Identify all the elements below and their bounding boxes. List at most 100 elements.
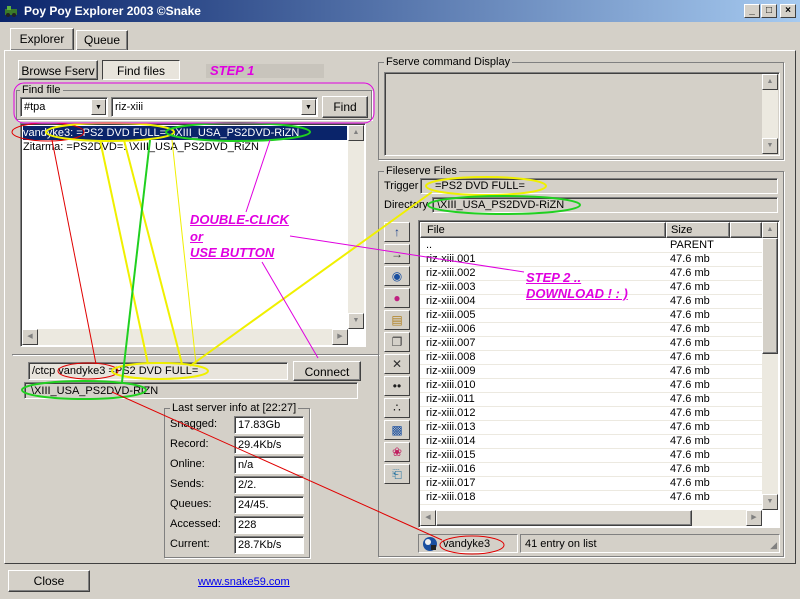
command-field[interactable]: /ctcp vandyke3 =PS2 DVD FULL= (28, 362, 288, 380)
list-item[interactable]: Zitarma: =PS2DVD=: \XIII_USA_PS2DVD_RiZN (23, 140, 259, 154)
file-name: riz-xiii.015 (426, 449, 476, 461)
minimize-button[interactable]: _ (744, 4, 760, 18)
directory-label: Directory (384, 199, 429, 211)
chevron-down-icon[interactable]: ▼ (91, 99, 106, 115)
file-size: 47.6 mb (670, 477, 710, 489)
server-info-value-field: 28.7Kb/s (234, 536, 304, 554)
table-row[interactable]: riz-xiii.013 47.6 mb (420, 421, 762, 435)
maximize-button[interactable]: □ (761, 4, 777, 18)
scroll-left-button[interactable]: ◀ (420, 510, 436, 526)
file-name: riz-xiii.002 (426, 267, 476, 279)
scroll-right-button[interactable]: ▶ (746, 510, 762, 526)
dots-stacked-tool-button[interactable]: ∴ (384, 398, 410, 418)
arrow-right-tool-button[interactable]: → (384, 244, 410, 264)
channel-select[interactable]: #tpa ▼ (20, 97, 108, 117)
table-row[interactable]: riz-xiii.015 47.6 mb (420, 449, 762, 463)
file-name: riz-xiii.017 (426, 477, 476, 489)
edit-icon: ▩ (391, 423, 403, 437)
website-link[interactable]: www.snake59.com (198, 576, 290, 588)
table-row[interactable]: riz-xiii.006 47.6 mb (420, 323, 762, 337)
table-row[interactable]: riz-xiii.002 47.6 mb (420, 267, 762, 281)
table-row[interactable]: riz-xiii.009 47.6 mb (420, 365, 762, 379)
table-row[interactable]: riz-xiii.012 47.6 mb (420, 407, 762, 421)
file-name: riz-xiii.013 (426, 421, 476, 433)
annotation-or: or (190, 229, 203, 244)
search-value: riz-xiii (115, 101, 144, 113)
find-files-button[interactable]: Find files (102, 60, 180, 80)
dots-tool-button[interactable]: •• (384, 376, 410, 396)
tab-explorer-label: Explorer (19, 32, 65, 46)
file-name: riz-xiii.008 (426, 351, 476, 363)
search-input[interactable]: riz-xiii ▼ (111, 97, 318, 117)
vertical-scrollbar[interactable] (348, 125, 364, 329)
scroll-up-button[interactable]: ▲ (762, 74, 778, 90)
table-row[interactable]: riz-xiii.007 47.6 mb (420, 337, 762, 351)
column-header-size[interactable]: Size (666, 222, 730, 238)
browse-fserv-button[interactable]: Browse Fserv (18, 60, 98, 80)
copy-tool-button[interactable]: ❐ (384, 332, 410, 352)
folder-up-tool-button[interactable]: ↑ (384, 222, 410, 242)
server-info-label: Last server info at [22:27] (170, 402, 299, 414)
scroll-right-button[interactable]: ▶ (332, 329, 348, 345)
table-row[interactable]: riz-xiii.017 47.6 mb (420, 477, 762, 491)
table-row[interactable]: riz-xiii.014 47.6 mb (420, 435, 762, 449)
h-scroll-thumb[interactable] (436, 510, 692, 526)
file-size: 47.6 mb (670, 407, 710, 419)
annotation-download: DOWNLOAD ! : ) (526, 286, 628, 301)
table-row[interactable]: riz-xiii.010 47.6 mb (420, 379, 762, 393)
file-size: 47.6 mb (670, 379, 710, 391)
file-name: riz-xiii.011 (426, 393, 475, 405)
table-row[interactable]: .. PARENT (420, 239, 762, 253)
close-button[interactable]: Close (8, 570, 90, 592)
eye-tool-button[interactable]: ◉ (384, 266, 410, 286)
file-name: riz-xiii.010 (426, 379, 476, 391)
scroll-down-button[interactable]: ▼ (348, 313, 364, 329)
find-button[interactable]: Find (322, 96, 368, 118)
server-info-row-label: Accessed: (170, 518, 221, 530)
table-row[interactable]: riz-xiii.001 47.6 mb (420, 253, 762, 267)
server-info-row-label: Snagged: (170, 418, 218, 430)
scroll-left-button[interactable]: ◀ (22, 329, 38, 345)
scroll-up-button[interactable]: ▲ (762, 222, 778, 238)
edit-tool-button[interactable]: ▩ (384, 420, 410, 440)
file-list[interactable]: File Size .. PARENT riz-xiii.001 47.6 mb riz… (418, 220, 780, 528)
result-text: vandyke3: =PS2 DVD FULL=: \XIII_USA_PS2D… (23, 127, 300, 139)
list-item[interactable]: vandyke3: =PS2 DVD FULL=: \XIII_USA_PS2D… (23, 126, 347, 140)
resize-grip-icon[interactable]: ◢ (770, 540, 777, 551)
delete-tool-button[interactable]: ✕ (384, 354, 410, 374)
status-count: 41 entry on list (525, 538, 597, 550)
server-info-value-field: 24/45. (234, 496, 304, 514)
table-row[interactable]: riz-xiii.018 47.6 mb (420, 491, 762, 505)
trigger-label: Trigger (384, 180, 419, 192)
table-row[interactable]: riz-xiii.008 47.6 mb (420, 351, 762, 365)
file-size: 47.6 mb (670, 295, 710, 307)
scroll-up-button[interactable]: ▲ (348, 125, 364, 141)
disc-tool-button[interactable]: ● (384, 288, 410, 308)
table-row[interactable]: riz-xiii.011 47.6 mb (420, 393, 762, 407)
annotation-double-click: DOUBLE-CLICK (190, 212, 289, 227)
exit-tool-button[interactable]: ⎗ (384, 464, 410, 484)
butterfly-tool-button[interactable]: ❀ (384, 442, 410, 462)
tab-queue[interactable]: Queue (76, 30, 128, 50)
scroll-down-button[interactable]: ▼ (762, 494, 778, 510)
file-size: 47.6 mb (670, 491, 710, 503)
column-size-label: Size (671, 224, 693, 236)
chevron-down-icon[interactable]: ▼ (301, 99, 316, 115)
table-row[interactable]: riz-xiii.005 47.6 mb (420, 309, 762, 323)
eye-icon: ◉ (391, 269, 403, 283)
close-window-button[interactable]: × (780, 4, 796, 18)
scroll-thumb[interactable] (762, 238, 778, 354)
server-info-value: 28.7Kb/s (238, 539, 282, 551)
connect-button[interactable]: Connect (293, 361, 361, 381)
server-info-row-label: Sends: (170, 478, 205, 490)
tab-explorer[interactable]: Explorer (10, 28, 74, 50)
folder-refresh-tool-button[interactable]: ▤ (384, 310, 410, 330)
fserve-command-display[interactable]: ▲ ▼ (384, 72, 780, 156)
column-header-file[interactable]: File (420, 222, 666, 238)
table-row[interactable]: riz-xiii.016 47.6 mb (420, 463, 762, 477)
path-value: \XIII_USA_PS2DVD-RiZN (31, 385, 159, 397)
scroll-down-button[interactable]: ▼ (762, 138, 778, 154)
file-size: 47.6 mb (670, 463, 710, 475)
horizontal-scrollbar[interactable] (22, 329, 348, 345)
copy-icon: ❐ (391, 335, 403, 349)
